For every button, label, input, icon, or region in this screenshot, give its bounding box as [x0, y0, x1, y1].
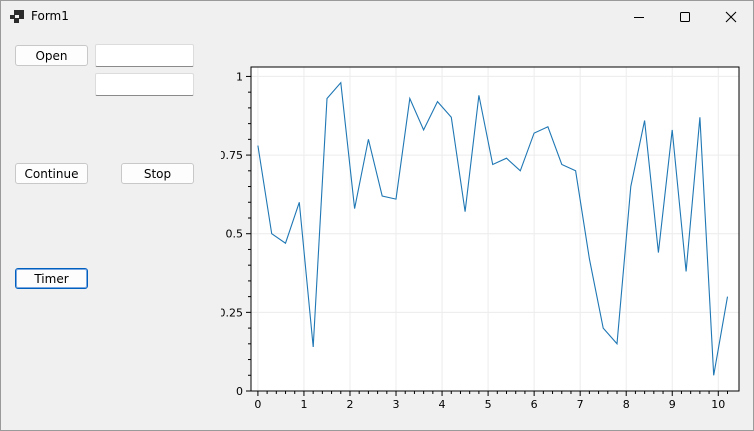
continue-button[interactable]: Continue: [15, 163, 88, 184]
x-tick-label: 7: [577, 398, 584, 411]
x-tick-label: 0: [254, 398, 261, 411]
form-window: Form1 Open Continue Stop Timer 0 1 2 3 4 5 6 7 8…: [0, 0, 754, 431]
plot-area: [251, 67, 739, 391]
close-icon: [725, 11, 737, 22]
x-tick-label: 1: [300, 398, 307, 411]
second-value-textbox[interactable]: [95, 73, 194, 96]
maximize-button[interactable]: [662, 1, 708, 32]
x-tick-label: 10: [711, 398, 725, 411]
x-tick-label: 3: [393, 398, 400, 411]
y-tick-label: 0.5: [226, 228, 244, 241]
x-tick-label: 4: [439, 398, 446, 411]
first-value-textbox[interactable]: [95, 44, 194, 67]
x-tick-label: 8: [623, 398, 630, 411]
close-button[interactable]: [708, 1, 753, 32]
stop-button[interactable]: Stop: [121, 163, 194, 184]
maximize-icon: [680, 11, 690, 22]
minimize-button[interactable]: [616, 1, 662, 32]
y-tick-label: 0.75: [221, 149, 243, 162]
app-icon: [10, 10, 24, 23]
window-title: Form1: [31, 9, 69, 23]
chart-svg: 0 1 2 3 4 5 6 7 8 9 10 0 0.25 0.5 0.75 1: [219, 66, 740, 411]
y-tick-label: 1: [236, 70, 243, 83]
minimize-icon: [634, 16, 644, 18]
title-bar[interactable]: Form1: [1, 1, 753, 32]
line-chart[interactable]: 0 1 2 3 4 5 6 7 8 9 10 0 0.25 0.5 0.75 1: [219, 59, 745, 413]
y-tick-label: 0.25: [221, 306, 243, 319]
timer-button[interactable]: Timer: [15, 268, 88, 289]
x-tick-label: 2: [346, 398, 353, 411]
y-tick-label: 0: [236, 385, 243, 398]
x-tick-label: 6: [531, 398, 538, 411]
x-tick-label: 9: [669, 398, 676, 411]
open-button[interactable]: Open: [15, 45, 88, 66]
x-tick-label: 5: [485, 398, 492, 411]
